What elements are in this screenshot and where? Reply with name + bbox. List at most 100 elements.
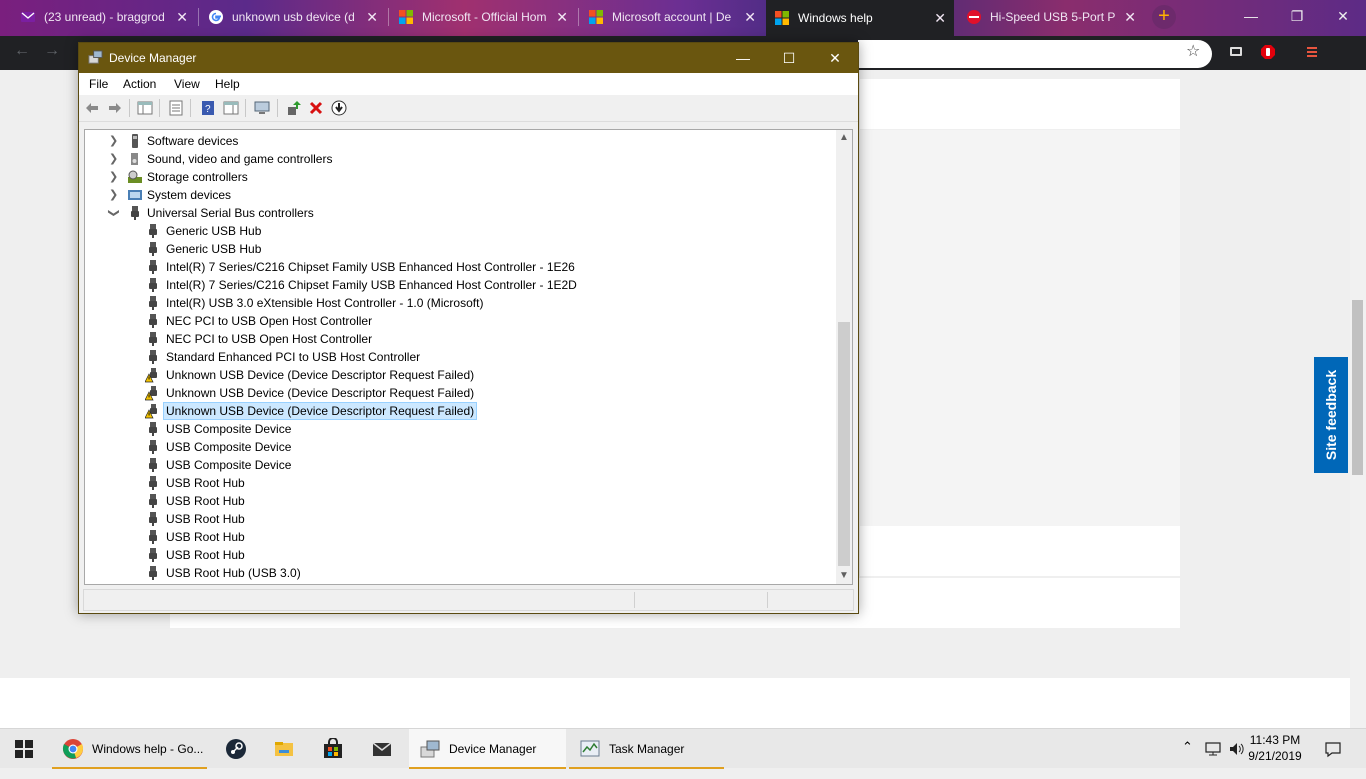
tree-scrollbar[interactable]: ▲ ▼ [836, 130, 852, 584]
tree-item-usb-device[interactable]: Generic USB Hub [85, 240, 845, 258]
maximize-button[interactable]: ☐ [766, 43, 812, 73]
tab-microsoft-home[interactable]: Microsoft - Official Hom ✕ [390, 0, 576, 34]
scroll-up-icon[interactable]: ▲ [839, 132, 849, 143]
tree-scrollbar-thumb[interactable] [838, 322, 850, 566]
chevron-down-icon[interactable]: ❯ [105, 208, 123, 217]
browser-close-button[interactable]: ✕ [1320, 0, 1366, 32]
back-arrow-icon[interactable]: ← [14, 42, 30, 60]
taskbar-mail[interactable] [361, 729, 403, 769]
chevron-right-icon[interactable]: ❯ [109, 132, 118, 150]
storage-controller-icon [128, 170, 142, 183]
tree-item-usb-device[interactable]: Intel(R) 7 Series/C216 Chipset Family US… [85, 258, 845, 276]
tree-item-label: Generic USB Hub [166, 224, 262, 238]
action-pane-icon[interactable] [223, 100, 239, 116]
new-tab-button[interactable]: + [1152, 5, 1176, 29]
taskbar-chrome[interactable]: Windows help - Go... [52, 729, 207, 769]
menu-help[interactable]: Help [215, 77, 240, 91]
taskbar-store[interactable] [312, 729, 354, 769]
adblock-extension-icon[interactable] [1260, 44, 1276, 60]
tree-item-usb-controllers[interactable]: ❯ Universal Serial Bus controllers [85, 204, 845, 222]
properties-icon[interactable] [168, 100, 184, 116]
tree-item-storage-controllers[interactable]: ❯ Storage controllers [85, 168, 845, 186]
tree-item-usb-device[interactable]: USB Root Hub [85, 528, 845, 546]
device-tree[interactable]: ❯ Software devices ❯ Sound, video and ga… [84, 129, 853, 585]
tree-item-unknown-usb-device[interactable]: Unknown USB Device (Device Descriptor Re… [85, 366, 845, 384]
help-icon[interactable]: ? [200, 100, 216, 116]
close-tab-icon[interactable]: ✕ [366, 9, 378, 26]
action-center-notification-icon[interactable] [1324, 740, 1342, 758]
tree-item-usb-device[interactable]: Intel(R) USB 3.0 eXtensible Host Control… [85, 294, 845, 312]
update-driver-icon[interactable] [285, 100, 301, 116]
window-titlebar[interactable]: Device Manager — ☐ ✕ [79, 43, 858, 73]
tree-item-usb-device[interactable]: USB Root Hub [85, 510, 845, 528]
tree-item-label: Unknown USB Device (Device Descriptor Re… [166, 386, 475, 400]
tree-item-usb-device[interactable]: USB Root Hub [85, 492, 845, 510]
close-tab-icon[interactable]: ✕ [934, 10, 946, 27]
show-hidden-icons-chevron-up-icon[interactable]: ⌃ [1182, 739, 1193, 779]
page-scrollbar-thumb[interactable] [1352, 300, 1363, 475]
menu-action[interactable]: Action [123, 77, 156, 91]
address-bar[interactable] [858, 40, 1212, 68]
disable-device-icon[interactable] [331, 100, 347, 116]
tree-item-usb-device[interactable]: NEC PCI to USB Open Host Controller [85, 330, 845, 348]
tree-item-system-devices[interactable]: ❯ System devices [85, 186, 845, 204]
browser-restore-button[interactable]: ❐ [1274, 0, 1320, 32]
close-button[interactable]: ✕ [812, 43, 858, 73]
tree-item-usb-device[interactable]: USB Root Hub [85, 546, 845, 564]
taskbar-device-manager[interactable]: Device Manager [409, 729, 566, 769]
tree-item-usb-device[interactable]: USB Root Hub [85, 474, 845, 492]
tree-item-label: Standard Enhanced PCI to USB Host Contro… [166, 350, 421, 364]
uninstall-device-icon[interactable] [308, 100, 324, 116]
tab-google-search[interactable]: unknown usb device (d ✕ [200, 0, 386, 34]
bookmark-star-icon[interactable]: ☆ [1186, 41, 1200, 61]
tree-item-usb-device[interactable]: Standard Enhanced PCI to USB Host Contro… [85, 348, 845, 366]
mail-icon [372, 742, 392, 756]
tab-windows-help[interactable]: Windows help ✕ [766, 0, 954, 36]
tree-item-unknown-usb-device[interactable]: Unknown USB Device (Device Descriptor Re… [85, 384, 845, 402]
content-card [860, 79, 1180, 129]
tree-item-usb-device[interactable]: NEC PCI to USB Open Host Controller [85, 312, 845, 330]
chevron-right-icon[interactable]: ❯ [109, 186, 118, 204]
tree-item-usb-device[interactable]: USB Composite Device [85, 420, 845, 438]
back-arrow-icon[interactable] [84, 100, 100, 116]
browser-minimize-button[interactable]: — [1228, 0, 1274, 32]
chrome-menu-icon[interactable] [1304, 44, 1320, 60]
microsoft-logo-icon [589, 10, 603, 24]
close-tab-icon[interactable]: ✕ [1124, 9, 1136, 26]
tab-microsoft-account[interactable]: Microsoft account | De ✕ [580, 0, 764, 34]
tree-item-software-devices[interactable]: ❯ Software devices [85, 132, 845, 150]
scan-hardware-changes-icon[interactable] [254, 100, 270, 116]
chevron-right-icon[interactable]: ❯ [109, 150, 118, 168]
tree-item-usb-device[interactable]: USB Composite Device [85, 456, 845, 474]
system-clock[interactable]: 11:43 PM 9/21/2019 [1244, 732, 1306, 764]
start-button[interactable] [0, 729, 48, 769]
tree-item-unknown-usb-device-selected[interactable]: Unknown USB Device (Device Descriptor Re… [85, 402, 845, 420]
close-tab-icon[interactable]: ✕ [556, 9, 568, 26]
network-icon[interactable] [1204, 740, 1222, 758]
site-feedback-button[interactable]: Site feedback [1314, 357, 1348, 473]
forward-arrow-icon[interactable] [107, 100, 123, 116]
tab-yahoo-mail[interactable]: (23 unread) - braggrod ✕ [12, 0, 196, 34]
clock-time: 11:43 PM [1249, 733, 1301, 747]
menu-view[interactable]: View [174, 77, 200, 91]
cast-extension-icon[interactable] [1228, 44, 1244, 60]
scroll-down-icon[interactable]: ▼ [839, 570, 849, 581]
taskbar-task-manager[interactable]: Task Manager [569, 729, 724, 769]
taskbar-steam[interactable] [215, 729, 257, 769]
menu-bar: File Action View Help [79, 73, 858, 95]
forward-arrow-icon[interactable]: → [44, 42, 60, 60]
task-manager-icon [580, 740, 600, 757]
tree-item-usb-device[interactable]: USB Root Hub (USB 3.0) [85, 564, 845, 582]
chevron-right-icon[interactable]: ❯ [109, 168, 118, 186]
tree-item-usb-device[interactable]: USB Composite Device [85, 438, 845, 456]
taskbar-file-explorer[interactable] [263, 729, 305, 769]
menu-file[interactable]: File [89, 77, 108, 91]
show-hide-console-tree-icon[interactable] [137, 100, 153, 116]
close-tab-icon[interactable]: ✕ [176, 9, 188, 26]
tree-item-sound-video-game[interactable]: ❯ Sound, video and game controllers [85, 150, 845, 168]
tree-item-usb-device[interactable]: Intel(R) 7 Series/C216 Chipset Family US… [85, 276, 845, 294]
minimize-button[interactable]: — [720, 43, 766, 73]
close-tab-icon[interactable]: ✕ [744, 9, 756, 26]
tab-usb-hub-product[interactable]: Hi-Speed USB 5-Port P ✕ [958, 0, 1144, 34]
tree-item-usb-device[interactable]: Generic USB Hub [85, 222, 845, 240]
